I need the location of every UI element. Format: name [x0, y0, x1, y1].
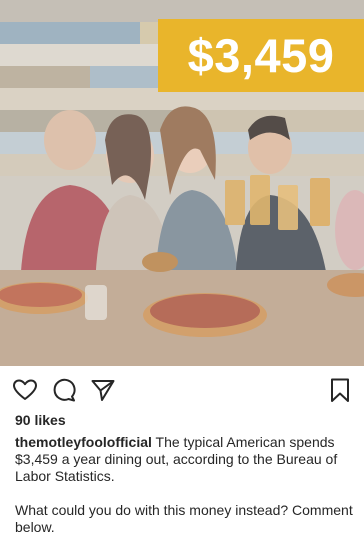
post-caption: themotleyfoolofficial The typical Americ…	[15, 434, 355, 536]
comment-icon[interactable]	[51, 377, 77, 403]
paper-plane-icon[interactable]	[90, 377, 116, 403]
heart-icon[interactable]	[12, 377, 38, 403]
price-text: $3,459	[187, 29, 335, 82]
post-image[interactable]: $3,459	[0, 0, 364, 366]
price-banner: $3,459	[158, 19, 364, 92]
bookmark-icon[interactable]	[327, 377, 353, 403]
action-bar	[0, 366, 364, 410]
username-link[interactable]: themotleyfoolofficial	[15, 434, 152, 450]
caption-followup: What could you do with this money instea…	[15, 502, 353, 535]
likes-count[interactable]: 90 likes	[15, 412, 66, 428]
instagram-post: $3,459 90 likes themotleyfoolofficial Th…	[0, 0, 364, 540]
caption-paragraph: themotleyfoolofficial The typical Americ…	[15, 434, 355, 485]
